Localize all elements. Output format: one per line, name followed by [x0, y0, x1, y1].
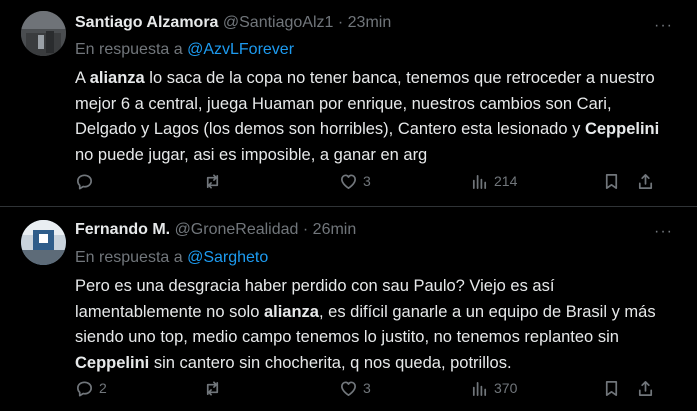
text-segment: A — [75, 69, 90, 87]
reply-icon — [76, 173, 93, 189]
text-segment: lo saca de la copa no tener banca, tenem… — [75, 69, 655, 138]
views-button[interactable]: 370 — [470, 377, 517, 399]
text-segment: no puede jugar, asi es imposible, a gana… — [75, 145, 428, 164]
reply-button[interactable] — [75, 170, 99, 192]
retweet-button[interactable] — [203, 170, 227, 192]
reply-prefix: En respuesta a — [75, 41, 183, 58]
tweet[interactable]: Santiago Alzamora @SantiagoAlz1 · 23min … — [0, 0, 697, 207]
separator: · — [302, 221, 309, 238]
display-name[interactable]: Fernando M. — [75, 221, 170, 238]
action-bar: 3 214 — [0, 170, 697, 192]
separator: · — [337, 14, 344, 31]
tweet-header: Fernando M. @GroneRealidad · 26min — [75, 221, 657, 239]
action-bar: 2 3 370 — [0, 377, 697, 399]
highlight-term: alianza — [263, 302, 319, 321]
user-handle[interactable]: @GroneRealidad — [175, 221, 299, 238]
like-icon — [340, 173, 357, 189]
reply-context: En respuesta a @Sargheto — [75, 249, 268, 267]
views-button[interactable]: 214 — [470, 170, 517, 192]
reply-to-link[interactable]: @Sargheto — [187, 249, 268, 266]
retweet-button[interactable] — [203, 377, 227, 399]
view-count: 214 — [494, 173, 518, 189]
highlight-term: Ceppelini — [584, 120, 660, 138]
tweet-text: A alianza lo saca de la copa no tener ba… — [75, 66, 675, 168]
retweet-icon — [206, 380, 219, 396]
more-icon[interactable]: ··· — [654, 17, 673, 35]
share-icon — [638, 173, 653, 189]
reply-context: En respuesta a @AzvLForever — [75, 41, 294, 59]
bookmark-button[interactable] — [602, 170, 621, 192]
reply-button[interactable]: 2 — [75, 377, 107, 399]
views-icon — [472, 381, 487, 396]
text-segment: sin cantero sin chocherita, q nos queda,… — [149, 353, 512, 372]
timestamp[interactable]: 23min — [348, 14, 392, 31]
share-icon — [638, 380, 653, 396]
like-count: 3 — [363, 380, 371, 396]
share-button[interactable] — [636, 377, 655, 399]
avatar[interactable] — [21, 11, 66, 56]
like-count: 3 — [363, 173, 371, 189]
share-button[interactable] — [636, 170, 655, 192]
like-button[interactable]: 3 — [339, 170, 371, 192]
avatar[interactable] — [21, 220, 66, 265]
reply-to-link[interactable]: @AzvLForever — [187, 41, 294, 58]
view-count: 370 — [494, 380, 518, 396]
timestamp[interactable]: 26min — [313, 221, 357, 238]
retweet-icon — [206, 173, 219, 189]
user-handle[interactable]: @SantiagoAlz1 — [223, 14, 334, 31]
like-icon — [340, 380, 357, 396]
reply-prefix: En respuesta a — [75, 249, 183, 266]
highlight-term: Ceppelini — [75, 353, 150, 372]
tweet-header: Santiago Alzamora @SantiagoAlz1 · 23min — [75, 14, 657, 32]
bookmark-icon — [605, 173, 618, 189]
tweet[interactable]: Fernando M. @GroneRealidad · 26min ··· E… — [0, 207, 697, 411]
display-name[interactable]: Santiago Alzamora — [75, 14, 218, 31]
reply-count: 2 — [99, 380, 107, 396]
views-icon — [472, 174, 487, 189]
tweet-text: Pero es una desgracia haber perdido con … — [75, 274, 675, 376]
bookmark-button[interactable] — [602, 377, 621, 399]
more-icon[interactable]: ··· — [654, 223, 673, 241]
highlight-term: alianza — [89, 69, 145, 87]
like-button[interactable]: 3 — [339, 377, 371, 399]
reply-icon — [76, 380, 93, 396]
bookmark-icon — [605, 380, 618, 396]
